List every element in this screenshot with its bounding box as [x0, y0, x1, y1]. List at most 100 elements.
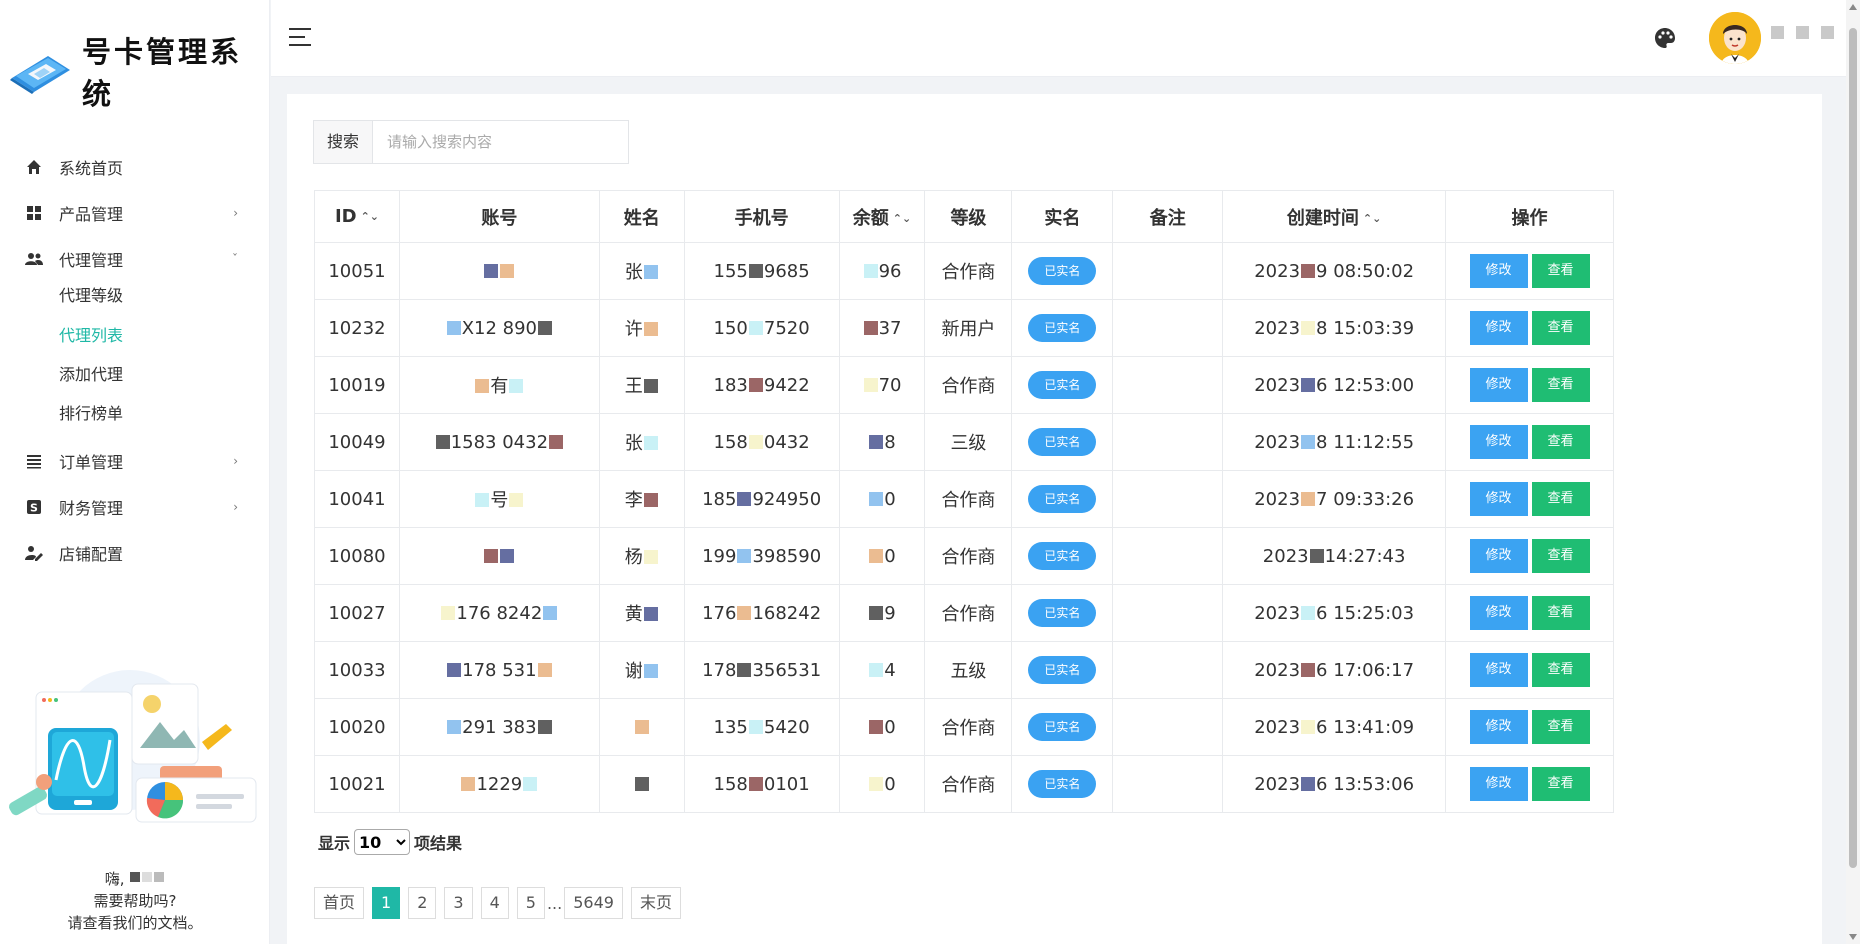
pager-page[interactable]: 5 [516, 887, 545, 919]
edit-button[interactable]: 修改 [1469, 710, 1528, 744]
date-suffix: 14:27:43 [1324, 545, 1406, 567]
redaction-mark [748, 263, 763, 278]
cell-level: 合作商 [924, 584, 1013, 642]
scroll-down-icon[interactable] [1849, 934, 1857, 940]
cell-realname: 已实名 [1011, 698, 1114, 756]
edit-button[interactable]: 修改 [1469, 368, 1528, 402]
cell-level: 合作商 [924, 698, 1013, 756]
redaction-mark [1301, 662, 1316, 677]
help-greeting: 嗨, [0, 868, 270, 889]
edit-button[interactable]: 修改 [1469, 653, 1528, 687]
pager-page[interactable]: 4 [480, 887, 509, 919]
sidebar-item-finance[interactable]: S 财务管理 › [0, 485, 270, 529]
vertical-scrollbar[interactable] [1846, 0, 1860, 944]
scrollbar-thumb[interactable] [1849, 28, 1857, 868]
view-button[interactable]: 查看 [1531, 653, 1590, 687]
date-prefix: 2023 [1254, 602, 1301, 624]
pager-page[interactable]: 2 [408, 887, 437, 919]
column-header-id[interactable]: ID ⌃⌄ [314, 190, 400, 243]
name-text: 谢 [624, 661, 643, 682]
edit-button[interactable]: 修改 [1469, 311, 1528, 345]
sidebar-item-agents[interactable]: 代理管理 ˇ [0, 237, 270, 281]
logo[interactable]: 号卡管理系统 [8, 35, 263, 111]
pager-page[interactable]: 3 [444, 887, 473, 919]
sidebar-subitem-agent-levels[interactable]: 代理等级 [59, 281, 123, 311]
view-button[interactable]: 查看 [1531, 767, 1590, 801]
sidebar-subitem-add-agent[interactable]: 添加代理 [59, 360, 123, 390]
view-button[interactable]: 查看 [1531, 311, 1590, 345]
sidebar-item-orders[interactable]: 订单管理 › [0, 439, 270, 483]
redaction-mark [869, 776, 884, 791]
cell-note [1112, 698, 1224, 756]
view-button[interactable]: 查看 [1531, 254, 1590, 288]
column-header-balance[interactable]: 余额 ⌃⌄ [838, 190, 926, 243]
view-button[interactable]: 查看 [1531, 539, 1590, 573]
help-docs-link[interactable]: 请查看我们的文档。 [0, 912, 270, 933]
pager-last-page[interactable]: 5649 [564, 887, 623, 919]
redaction-mark [737, 662, 752, 677]
cell-id: 10019 [314, 356, 400, 414]
date-prefix: 2023 [1254, 374, 1301, 396]
redaction-mark [435, 434, 450, 449]
sidebar-subitem-leaderboard[interactable]: 排行榜单 [59, 399, 123, 429]
phone-prefix: 158 [713, 773, 748, 795]
view-button[interactable]: 查看 [1531, 596, 1590, 630]
menu-toggle-icon[interactable] [289, 28, 313, 48]
pager-page[interactable]: 1 [372, 887, 401, 919]
edit-button[interactable]: 修改 [1469, 482, 1528, 516]
search-label: 搜索 [314, 121, 373, 163]
cell-action: 修改 查看 [1445, 755, 1614, 813]
redaction-mark [737, 605, 752, 620]
pager-last[interactable]: 末页 [630, 887, 681, 919]
column-header-action: 操作 [1445, 190, 1614, 243]
balance-text: 0 [884, 716, 896, 738]
sidebar-subitem-agent-list[interactable]: 代理列表 [59, 321, 123, 351]
view-button[interactable]: 查看 [1531, 482, 1590, 516]
edit-button[interactable]: 修改 [1469, 254, 1528, 288]
phone-suffix: 924950 [752, 488, 822, 510]
sidebar-item-shop-config[interactable]: 店铺配置 [0, 531, 270, 575]
name-text: 杨 [624, 547, 643, 568]
edit-button[interactable]: 修改 [1469, 425, 1528, 459]
cell-created: 2023 6 15:25:03 [1222, 584, 1447, 642]
avatar[interactable] [1709, 12, 1761, 64]
redaction-mark [461, 776, 476, 791]
chevron-right-icon: › [233, 206, 238, 220]
column-header-realname: 实名 [1011, 190, 1114, 243]
redaction-mark [869, 719, 884, 734]
scroll-up-icon[interactable] [1849, 4, 1857, 10]
status-badge: 已实名 [1028, 713, 1097, 741]
cell-action: 修改 查看 [1445, 242, 1614, 300]
status-badge: 已实名 [1028, 371, 1097, 399]
sidebar-item-home[interactable]: 系统首页 [0, 145, 270, 189]
balance-text: 37 [878, 317, 902, 339]
cell-action: 修改 查看 [1445, 527, 1614, 585]
redaction-mark [1301, 605, 1316, 620]
cell-note [1112, 755, 1224, 813]
page-size-select[interactable]: 10 [354, 829, 411, 855]
palette-icon[interactable] [1653, 26, 1677, 50]
search-input[interactable] [373, 121, 628, 163]
column-header-created[interactable]: 创建时间 ⌃⌄ [1222, 190, 1447, 243]
view-button[interactable]: 查看 [1531, 368, 1590, 402]
cell-action: 修改 查看 [1445, 470, 1614, 528]
sort-icon: ⌃⌄ [892, 211, 912, 225]
table-row: 10021 1229 158 0101 0 合作商 已实名 2023 6 13:53:06 修改查… [314, 755, 1614, 813]
view-button[interactable]: 查看 [1531, 710, 1590, 744]
cell-realname: 已实名 [1011, 527, 1114, 585]
name-text: 许 [624, 319, 643, 340]
edit-button[interactable]: 修改 [1469, 596, 1528, 630]
cell-phone: 199 398590 [683, 527, 840, 585]
sidebar-item-products[interactable]: 产品管理 › [0, 191, 270, 235]
home-icon [24, 157, 44, 177]
edit-button[interactable]: 修改 [1469, 539, 1528, 573]
phone-prefix: 150 [713, 317, 748, 339]
balance-text: 0 [884, 488, 896, 510]
user-name-masked[interactable] [1771, 26, 1834, 39]
view-button[interactable]: 查看 [1531, 425, 1590, 459]
chevron-down-icon: ˇ [232, 252, 238, 266]
cell-balance: 70 [838, 356, 926, 414]
cell-id: 10021 [314, 755, 400, 813]
edit-button[interactable]: 修改 [1469, 767, 1528, 801]
pager-first[interactable]: 首页 [314, 887, 365, 919]
